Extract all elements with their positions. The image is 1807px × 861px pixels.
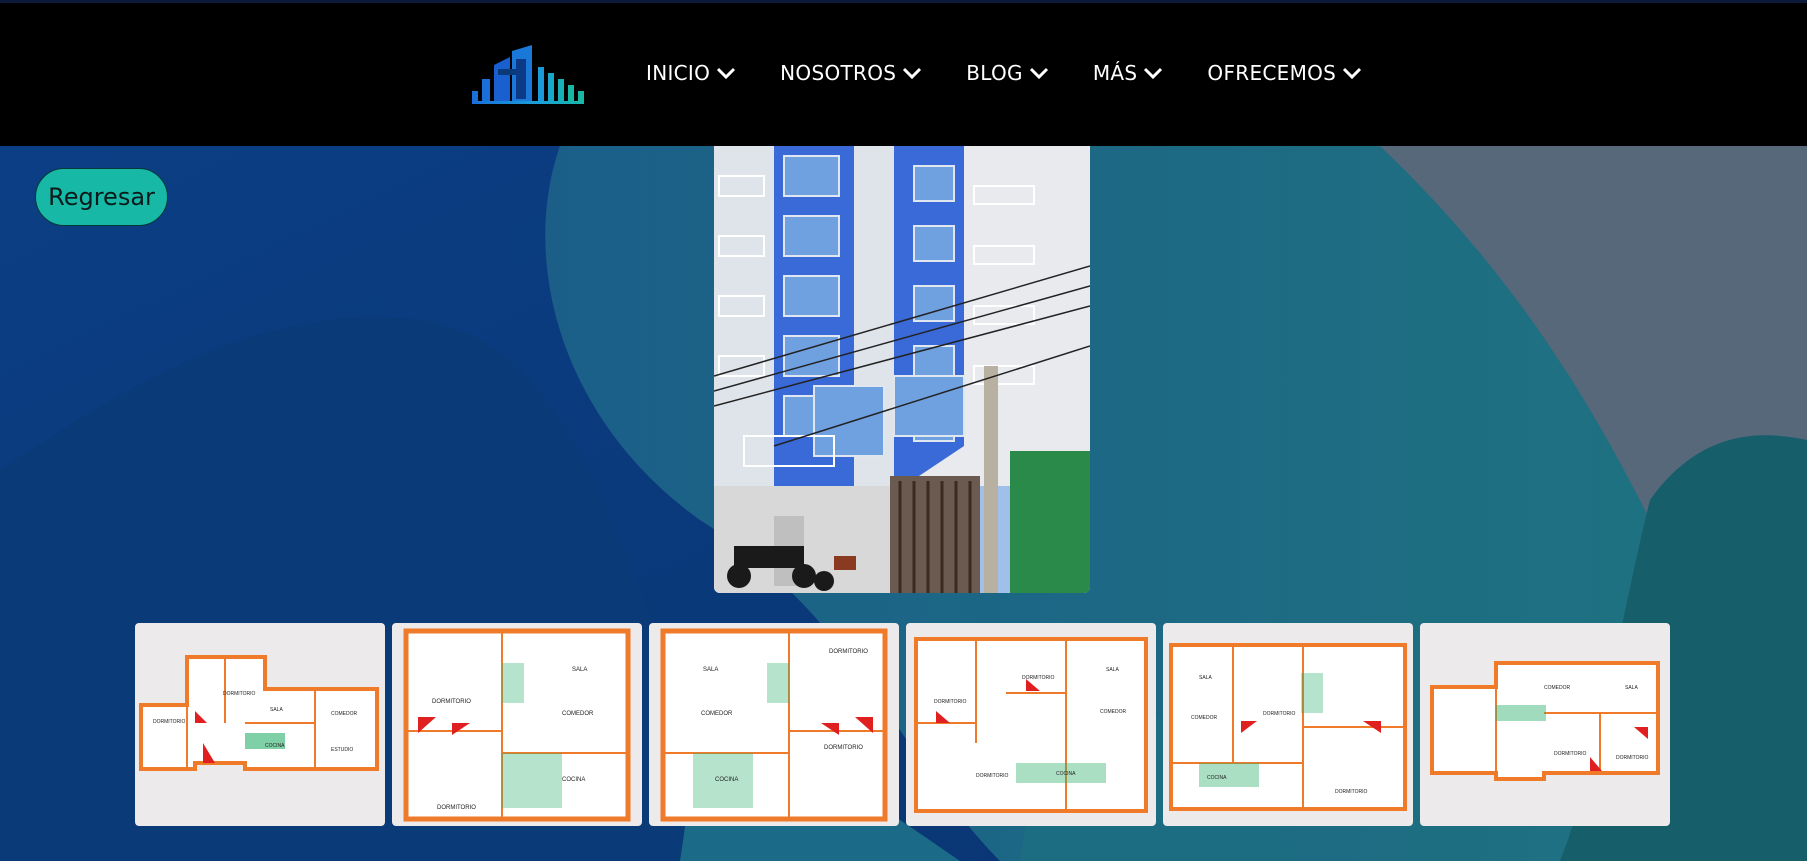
room-label: DORMITORIO: [1554, 751, 1587, 757]
room-label: DORMITORIO: [223, 691, 256, 697]
room-label: ESTUDIO: [331, 747, 353, 753]
room-label: DORMITORIO: [432, 699, 471, 705]
room-label: DORMITORIO: [1263, 711, 1296, 717]
room-label: DORMITORIO: [976, 773, 1009, 779]
floor-plan-thumbnail[interactable]: DORMITORIO DORMITORIO SALA COMEDOR COCIN…: [906, 623, 1156, 826]
floor-plan-drawing: SALA DORMITORIO COMEDOR COCINA DORMITORI…: [660, 628, 888, 822]
room-label: SALA: [270, 707, 283, 713]
room-label: SALA: [703, 667, 718, 673]
building-photo[interactable]: [714, 146, 1090, 593]
floor-plan-drawing: SALA DORMITORIO COMEDOR COCINA DORMITORI…: [403, 628, 631, 822]
room-label: COCINA: [562, 777, 585, 783]
nav-item-mas[interactable]: MÁS: [1093, 61, 1164, 85]
room-label: COCINA: [1056, 771, 1076, 777]
room-label: COCINA: [265, 743, 285, 749]
floor-plan-thumbnail[interactable]: COMEDOR SALA DORMITORIO DORMITORIO: [1420, 623, 1670, 826]
main-nav: INICIO NOSOTROS BLOG MÁS OFRECEMOS: [646, 61, 1406, 85]
room-label: COMEDOR: [331, 711, 358, 717]
nav-item-ofrecemos[interactable]: OFRECEMOS: [1207, 61, 1362, 85]
floor-plan-drawing: DORMITORIO DORMITORIO SALA COMEDOR COCIN…: [914, 637, 1148, 813]
room-label: SALA: [572, 667, 587, 673]
room-label: SALA: [1106, 667, 1119, 673]
floor-plan-thumbnail[interactable]: DORMITORIO SALA COMEDOR COCINA ESTUDIO D…: [135, 623, 385, 826]
room-label: SALA: [1199, 675, 1212, 681]
room-label: COMEDOR: [1191, 715, 1218, 721]
room-label: COMEDOR: [1544, 685, 1571, 691]
floor-plan-thumbnail[interactable]: SALA DORMITORIO COMEDOR COCINA DORMITORI…: [392, 623, 642, 826]
nav-item-blog[interactable]: BLOG: [966, 61, 1049, 85]
nav-item-inicio[interactable]: INICIO: [646, 61, 736, 85]
room-label: COMEDOR: [1100, 709, 1127, 715]
back-button[interactable]: Regresar: [35, 168, 168, 226]
chevron-down-icon: [1343, 67, 1362, 80]
chevron-down-icon: [1029, 67, 1048, 80]
floor-plan-drawing: SALA DORMITORIO COMEDOR COCINA DORMITORI…: [1169, 643, 1407, 811]
room-label: DORMITORIO: [1616, 755, 1649, 761]
chevron-down-icon: [717, 67, 736, 80]
nav-label: NOSOTROS: [780, 61, 897, 85]
floor-plan-thumbnail[interactable]: SALA DORMITORIO COMEDOR COCINA DORMITORI…: [1163, 623, 1413, 826]
room-label: COCINA: [1207, 775, 1227, 781]
floor-plan-drawing: DORMITORIO SALA COMEDOR COCINA ESTUDIO D…: [139, 655, 379, 771]
top-navigation-bar: INICIO NOSOTROS BLOG MÁS OFRECEMOS: [0, 0, 1807, 146]
chevron-down-icon: [903, 67, 922, 80]
room-label: DORMITORIO: [1022, 675, 1055, 681]
room-label: DORMITORIO: [1335, 789, 1368, 795]
nav-item-nosotros[interactable]: NOSOTROS: [780, 61, 922, 85]
room-label: COCINA: [715, 777, 738, 783]
room-label: COMEDOR: [562, 711, 594, 717]
room-label: COMEDOR: [701, 711, 733, 717]
floor-plan-drawing: COMEDOR SALA DORMITORIO DORMITORIO: [1430, 661, 1660, 781]
nav-label: MÁS: [1092, 61, 1138, 85]
nav-label: OFRECEMOS: [1207, 61, 1337, 85]
chevron-down-icon: [1144, 67, 1163, 80]
nav-label: INICIO: [646, 61, 711, 85]
room-label: DORMITORIO: [153, 719, 186, 725]
nav-label: BLOG: [966, 61, 1023, 85]
floor-plan-thumbnail[interactable]: SALA DORMITORIO COMEDOR COCINA DORMITORI…: [649, 623, 899, 826]
building-illustration: [714, 146, 1090, 593]
building-bars-logo[interactable]: [472, 43, 596, 105]
room-label: DORMITORIO: [934, 699, 967, 705]
room-label: DORMITORIO: [824, 745, 863, 751]
room-label: DORMITORIO: [829, 649, 868, 655]
room-label: DORMITORIO: [437, 805, 476, 811]
room-label: SALA: [1625, 685, 1638, 691]
